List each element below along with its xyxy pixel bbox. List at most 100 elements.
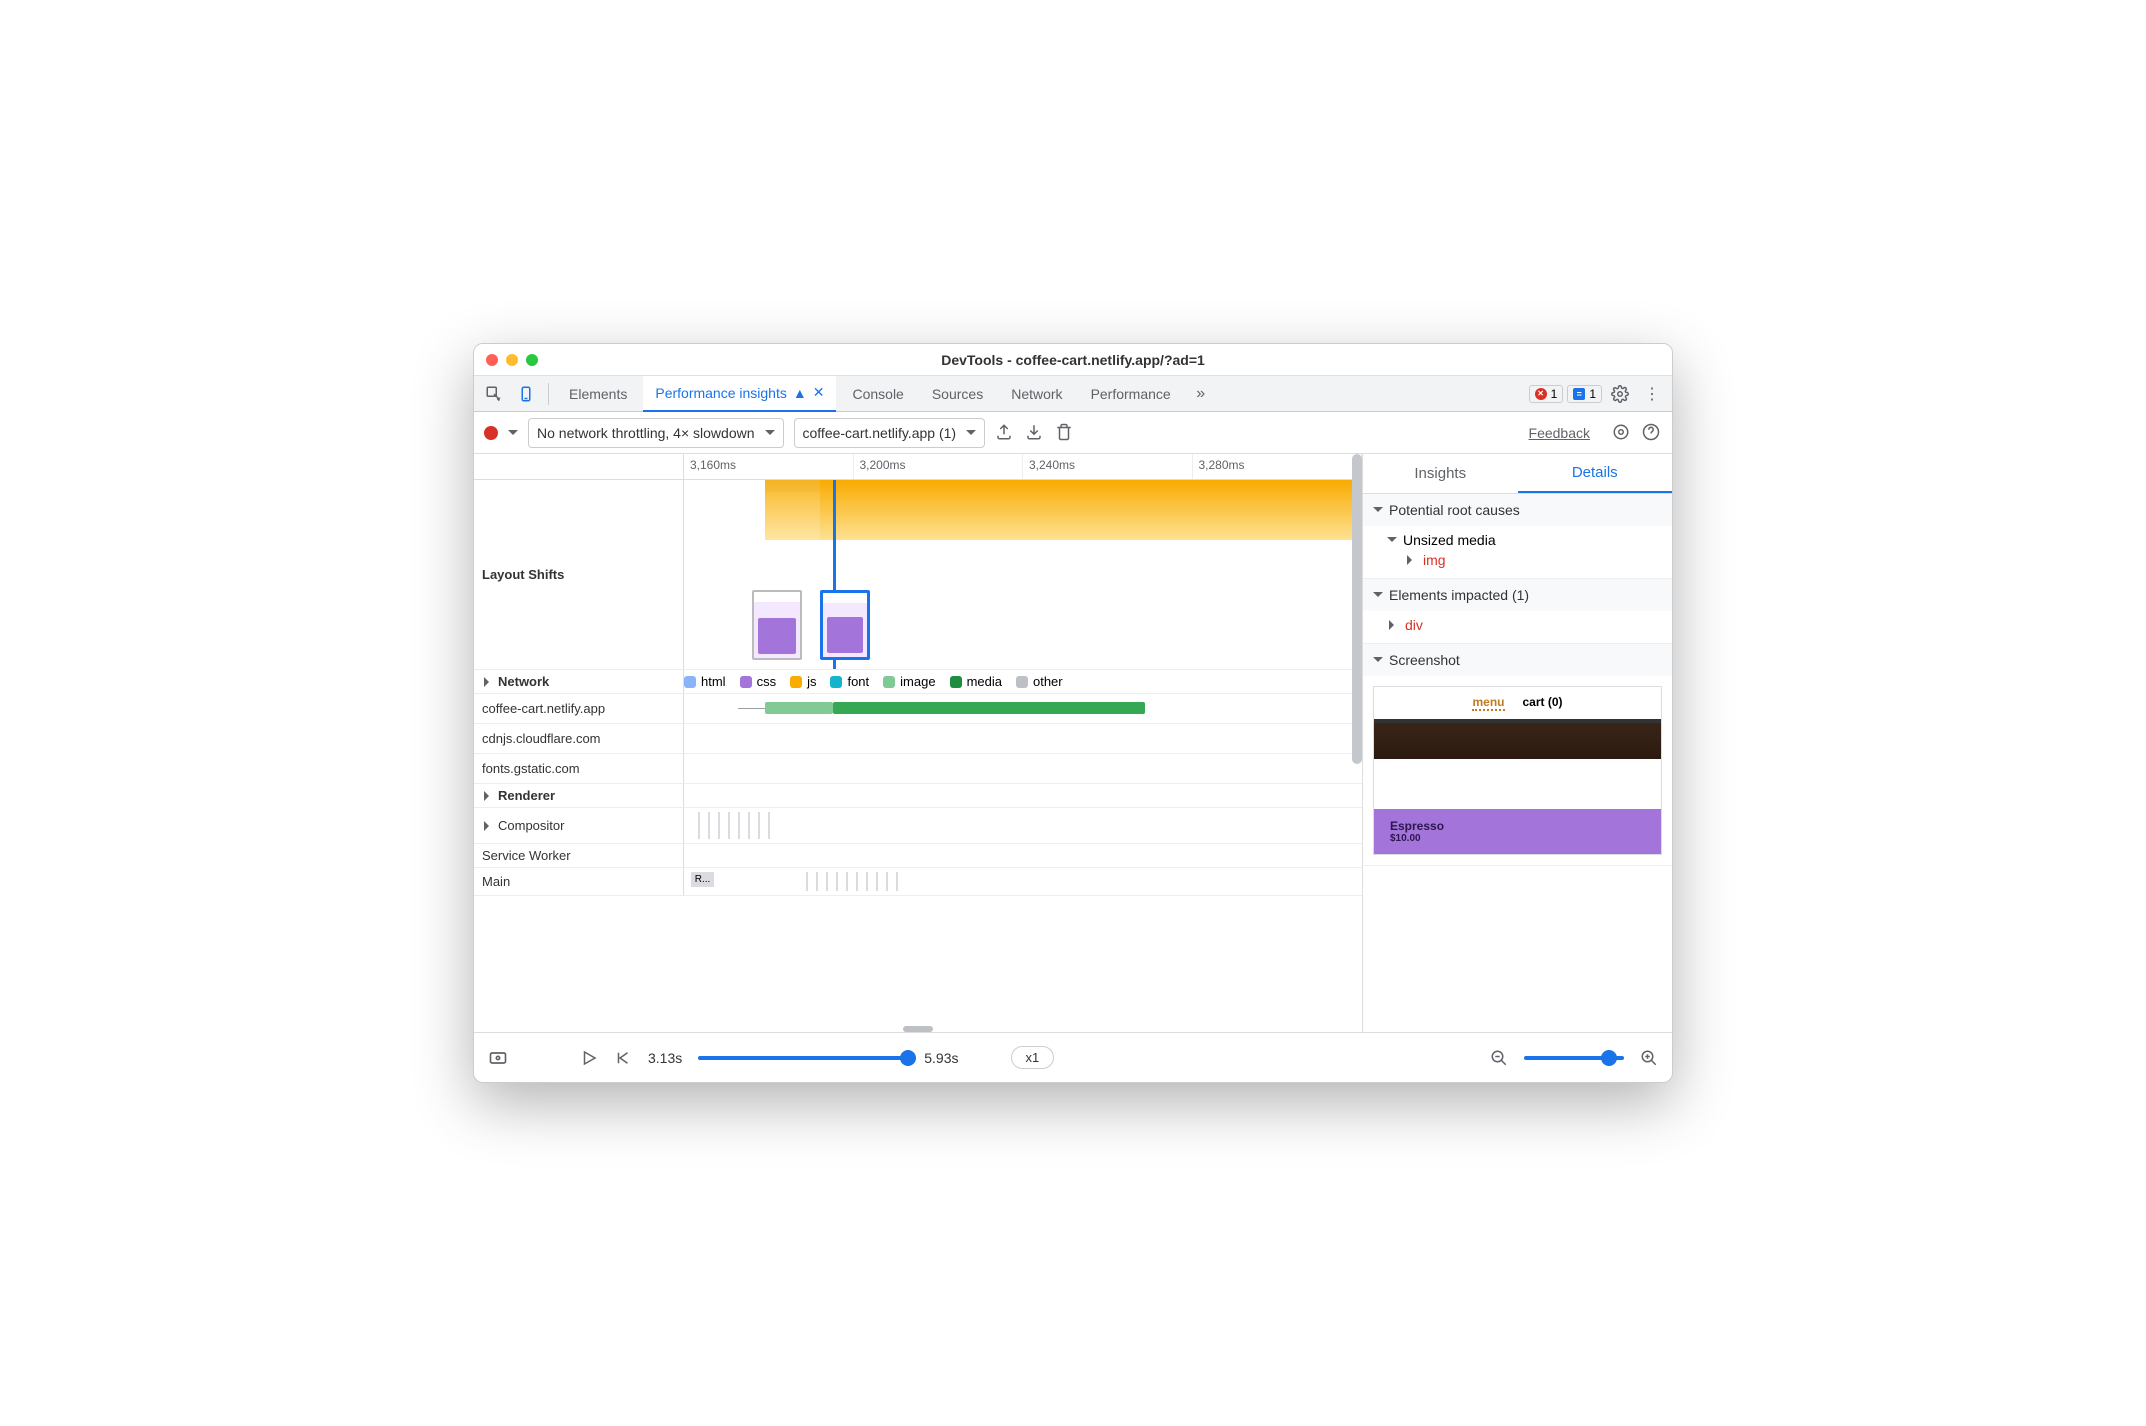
skip-back-icon[interactable] (614, 1049, 632, 1067)
network-host-row: cdnjs.cloudflare.com (474, 724, 1362, 754)
screenshot-preview: menu cart (0) Espresso $10.00 (1373, 686, 1662, 855)
tick: 3,280ms (1193, 454, 1363, 479)
maximize-window[interactable] (526, 354, 538, 366)
shot-card: Espresso $10.00 (1374, 809, 1661, 854)
zoom-in-icon[interactable] (1640, 1049, 1658, 1067)
tab-performance[interactable]: Performance (1079, 376, 1183, 412)
long-task[interactable] (820, 480, 1362, 540)
feedback-link[interactable]: Feedback (1529, 425, 1590, 441)
section-root-causes: Potential root causes Unsized media img (1363, 494, 1672, 579)
track-label: Service Worker (474, 844, 684, 867)
main-row: Main R... (474, 868, 1362, 896)
legend: html css js font image media other (684, 670, 1362, 693)
speed-chip[interactable]: x1 (1011, 1046, 1055, 1069)
horizontal-scrollbar[interactable] (903, 1026, 933, 1032)
tick: 3,200ms (854, 454, 1024, 479)
help-icon[interactable] (1642, 423, 1662, 443)
section-header[interactable]: Screenshot (1363, 644, 1672, 676)
network-host-row: fonts.gstatic.com (474, 754, 1362, 784)
service-worker-row: Service Worker (474, 844, 1362, 868)
timeline-area: 3,160ms 3,200ms 3,240ms 3,280ms Layout S… (474, 454, 1362, 1032)
track-body[interactable] (684, 480, 1362, 669)
delete-icon[interactable] (1055, 423, 1075, 443)
kebab-menu-icon[interactable]: ⋮ (1638, 380, 1666, 408)
track-label[interactable]: Compositor (474, 808, 684, 843)
section-screenshot: Screenshot menu cart (0) Espresso $10.00 (1363, 644, 1672, 866)
element-tag[interactable]: img (1387, 550, 1662, 570)
insights-toolbar: No network throttling, 4× slowdown coffe… (474, 412, 1672, 454)
slider-knob[interactable] (1601, 1050, 1617, 1066)
host-label: cdnjs.cloudflare.com (474, 724, 684, 753)
chevron-down-icon (765, 430, 775, 440)
throttling-select[interactable]: No network throttling, 4× slowdown (528, 418, 784, 448)
settings-icon[interactable] (1606, 380, 1634, 408)
element-tag[interactable]: div (1387, 615, 1662, 635)
tab-details[interactable]: Details (1518, 454, 1673, 493)
host-label: fonts.gstatic.com (474, 754, 684, 783)
import-icon[interactable] (1025, 423, 1045, 443)
net-bar[interactable] (765, 702, 833, 714)
section-header[interactable]: Potential root causes (1363, 494, 1672, 526)
vertical-scrollbar[interactable] (1352, 454, 1362, 764)
shot-nav: menu cart (0) (1374, 687, 1661, 719)
close-tab-icon[interactable]: ✕ (813, 384, 825, 401)
section-elements-impacted: Elements impacted (1) div (1363, 579, 1672, 644)
tab-console[interactable]: Console (840, 376, 915, 412)
content: 3,160ms 3,200ms 3,240ms 3,280ms Layout S… (474, 454, 1672, 1032)
time-ruler: 3,160ms 3,200ms 3,240ms 3,280ms (474, 454, 1362, 480)
shot-cart: cart (0) (1523, 695, 1563, 711)
tab-insights[interactable]: Insights (1363, 454, 1518, 493)
time-end: 5.93s (924, 1050, 958, 1066)
tab-sources[interactable]: Sources (920, 376, 995, 412)
main-block[interactable]: R... (691, 872, 715, 887)
host-label: coffee-cart.netlify.app (474, 694, 684, 723)
slider-knob[interactable] (900, 1050, 916, 1066)
network-host-row: coffee-cart.netlify.app (474, 694, 1362, 724)
net-bar[interactable] (833, 702, 1145, 714)
unsized-media-item[interactable]: Unsized media (1387, 530, 1662, 550)
main-marks (806, 872, 898, 891)
compositor-row: Compositor (474, 808, 1362, 844)
page-select[interactable]: coffee-cart.netlify.app (1) (794, 418, 986, 448)
tick: 3,160ms (684, 454, 854, 479)
shot-image (1374, 723, 1661, 759)
track-label[interactable]: Network (474, 670, 684, 693)
section-header[interactable]: Elements impacted (1) (1363, 579, 1672, 611)
window-title: DevTools - coffee-cart.netlify.app/?ad=1 (474, 352, 1672, 368)
titlebar: DevTools - coffee-cart.netlify.app/?ad=1 (474, 344, 1672, 376)
export-icon[interactable] (995, 423, 1015, 443)
compositor-marks (698, 812, 770, 839)
layout-shift-thumb-selected[interactable] (820, 590, 870, 660)
tab-label: Performance insights (655, 385, 787, 401)
collapse-panel-icon[interactable]: › (1362, 694, 1363, 724)
time-slider[interactable] (698, 1056, 908, 1060)
shot-menu: menu (1472, 695, 1504, 711)
tab-network[interactable]: Network (999, 376, 1074, 412)
divider (548, 383, 549, 405)
layout-shift-thumb[interactable] (752, 590, 802, 660)
minimize-window[interactable] (506, 354, 518, 366)
more-tabs-icon[interactable]: » (1187, 380, 1215, 408)
zoom-out-icon[interactable] (1490, 1049, 1508, 1067)
zoom-slider[interactable] (1524, 1056, 1624, 1060)
inspect-icon[interactable] (480, 380, 508, 408)
play-icon[interactable] (580, 1049, 598, 1067)
gear-icon[interactable] (1612, 423, 1632, 443)
network-header-row: Network html css js font image media oth… (474, 670, 1362, 694)
record-button[interactable] (484, 426, 498, 440)
record-options-icon[interactable] (508, 430, 518, 440)
tab-elements[interactable]: Elements (557, 376, 639, 412)
main-tabbar: Elements Performance insights ▲ ✕ Consol… (474, 376, 1672, 412)
track-label: Main (474, 868, 684, 895)
error-badge[interactable]: 1 (1529, 385, 1564, 403)
message-badge[interactable]: 1 (1567, 385, 1602, 403)
close-window[interactable] (486, 354, 498, 366)
device-toolbar-icon[interactable] (512, 380, 540, 408)
tracks[interactable]: Layout Shifts Network html css (474, 480, 1362, 1032)
view-icon[interactable] (488, 1048, 508, 1068)
renderer-row: Renderer (474, 784, 1362, 808)
layout-shifts-track: Layout Shifts (474, 480, 1362, 670)
tab-performance-insights[interactable]: Performance insights ▲ ✕ (643, 376, 836, 412)
track-label[interactable]: Renderer (474, 784, 684, 807)
pin-icon: ▲ (793, 385, 807, 401)
